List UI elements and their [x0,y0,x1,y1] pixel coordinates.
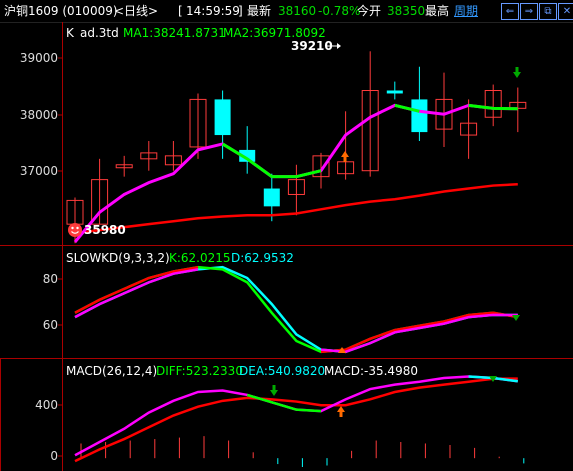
legend-k-label: K [66,26,75,40]
chart-area[interactable]: K ad.3td MA1:38241.8731 MA2:36971.8092 3… [0,22,573,471]
restore-button[interactable]: ⧉ [539,3,557,20]
candle-body [386,90,403,94]
main-y-tick: 37000 [20,164,58,178]
down-arrow-icon [513,67,521,78]
candle-body [214,99,231,136]
macd-dea-line [74,377,518,463]
high-label: 最高 [425,4,450,18]
open-label: 今开 [357,4,382,18]
macd-legend: MACD(26,12,4) DIFF:523.2330 DEA:540.9820… [66,364,418,378]
up-arrow-icon [337,406,345,417]
legend-ma1: MA1:38241.8731 [123,26,226,40]
title-bar: 沪铜1609 (010009) <日线> [ 14:59:59 ] 最新 381… [0,0,573,23]
macd-y-tick: 400 [35,398,58,412]
macd-y-axis: 400 0 [35,398,58,463]
change-percent: -0.78% [318,4,361,18]
ma1-down-segment [221,142,322,179]
main-y-tick: 39000 [20,51,58,65]
main-y-tick: 38000 [20,108,58,122]
main-y-axis: 39000 38000 37000 [20,51,58,178]
kd-d-rising-segment [74,268,199,319]
right-arrow-icon [337,43,341,49]
kd-y-tick: 60 [43,318,58,332]
main-y-tick-marks [58,57,62,172]
quote-time: 14:59:59 [186,4,240,18]
close-button[interactable]: ✕ [558,3,573,20]
right-arrow-button[interactable]: ⇒ [520,3,538,20]
low-price-label: 35980 [84,223,126,237]
macd-legend-dea: DEA:540.9820 [239,364,325,378]
up-arrow-icon [341,151,349,162]
down-arrow-icon [270,385,278,396]
macd-lines [74,375,518,463]
open-price: 38350 [387,4,426,18]
macd-y-tick: 0 [50,449,58,463]
kd-legend: SLOWKD(9,3,3,2) K:62.0215 D:62.9532 [66,251,294,265]
kd-y-tick-marks [58,278,62,326]
period-label[interactable]: <日线> [114,4,158,18]
period-link[interactable]: 周期 [454,4,478,18]
legend-ma2: MA2:36971.8092 [223,26,326,40]
macd-histogram [80,436,525,467]
instrument-title: 沪铜1609 (010009) [4,4,118,18]
main-legend: K ad.3td MA1:38241.8731 MA2:36971.8092 [66,26,326,40]
panel-frames [0,22,573,471]
kd-lines [74,265,519,354]
window-buttons: ⇐ ⇒ ⧉ ✕ [501,3,573,20]
kd-legend-d: D:62.9532 [231,251,294,265]
left-arrow-button[interactable]: ⇐ [501,3,519,20]
high-price-label: 39210 [291,39,333,53]
time-bracket-close: ] [238,4,243,18]
smiley-icon [68,223,82,237]
down-arrow-icon [512,315,520,321]
legend-series-name: ad.3td [80,26,119,40]
candle-body [411,99,428,133]
kd-y-tick: 80 [43,272,58,286]
kd-k-rising-segment [320,311,519,354]
macd-legend-macd: MACD:-35.4980 [324,364,418,378]
time-bracket-open: [ [178,4,183,18]
kd-legend-k: K:62.0215 [169,251,231,265]
macd-legend-name: MACD(26,12,4) [66,364,157,378]
high-annotation: 39210 [291,39,341,53]
macd-y-tick-marks [58,404,62,457]
latest-label: 最新 [247,4,272,18]
kd-legend-name: SLOWKD(9,3,3,2) [66,251,170,265]
candle-body [263,188,280,207]
kd-y-axis: 80 60 [43,272,58,332]
macd-legend-diff: DIFF:523.2330 [156,364,243,378]
latest-price: 38160 [278,4,317,18]
kd-k-line [74,265,519,354]
macd-diff-line [74,375,518,457]
low-annotation: 35980 [68,223,126,237]
